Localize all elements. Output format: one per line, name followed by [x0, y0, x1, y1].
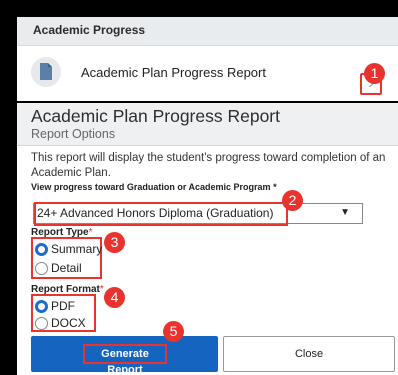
radio-unselected-icon[interactable] [35, 316, 48, 330]
radio-detail-label: Detail [51, 261, 82, 275]
report-header: Academic Plan Progress Report Report Opt… [17, 103, 398, 146]
callout-badge-3: 3 [104, 232, 125, 253]
callout-badge-4: 4 [104, 287, 125, 308]
document-icon [31, 57, 61, 87]
report-subtitle: Report Options [31, 127, 116, 141]
generate-report-label: Generate Report [83, 344, 167, 375]
radio-docx[interactable]: DOCX [35, 315, 86, 331]
highlight-box [34, 202, 288, 226]
academic-progress-header: Academic Progress [17, 17, 398, 46]
radio-summary-label: Summary [51, 242, 103, 256]
report-options-panel: Academic Plan Progress Report Report Opt… [17, 103, 398, 375]
close-label: Close [294, 348, 324, 360]
academic-progress-panel: Academic Progress Academic Plan Progress… [17, 17, 398, 101]
row-title: Academic Plan Progress Report [81, 65, 266, 80]
radio-selected-icon[interactable] [35, 299, 48, 313]
dropdown-arrow-icon[interactable]: ▼ [340, 207, 350, 218]
program-select[interactable]: 24+ Advanced Honors Diploma (Graduation)… [33, 202, 363, 226]
close-button[interactable]: Close [223, 336, 395, 372]
callout-badge-5: 5 [163, 321, 184, 342]
radio-unselected-icon[interactable] [35, 261, 48, 275]
report-title: Academic Plan Progress Report [31, 106, 280, 126]
radio-detail[interactable]: Detail [35, 260, 82, 276]
report-type-group: Summary Detail [31, 237, 102, 279]
report-description: This report will display the student's p… [31, 152, 386, 179]
report-format-group: PDF DOCX [31, 294, 96, 332]
callout-badge-2: 2 [282, 190, 303, 211]
academic-plan-progress-report-row[interactable]: Academic Plan Progress Report › [17, 46, 398, 101]
radio-docx-label: DOCX [51, 316, 86, 330]
program-select-label: View progress toward Graduation or Acade… [31, 182, 277, 192]
generate-report-button[interactable]: Generate Report [31, 336, 218, 375]
radio-pdf[interactable]: PDF [35, 298, 75, 314]
radio-summary[interactable]: Summary [35, 241, 102, 257]
callout-badge-1: 1 [364, 63, 385, 84]
radio-pdf-label: PDF [51, 299, 75, 313]
radio-selected-icon[interactable] [35, 242, 48, 256]
